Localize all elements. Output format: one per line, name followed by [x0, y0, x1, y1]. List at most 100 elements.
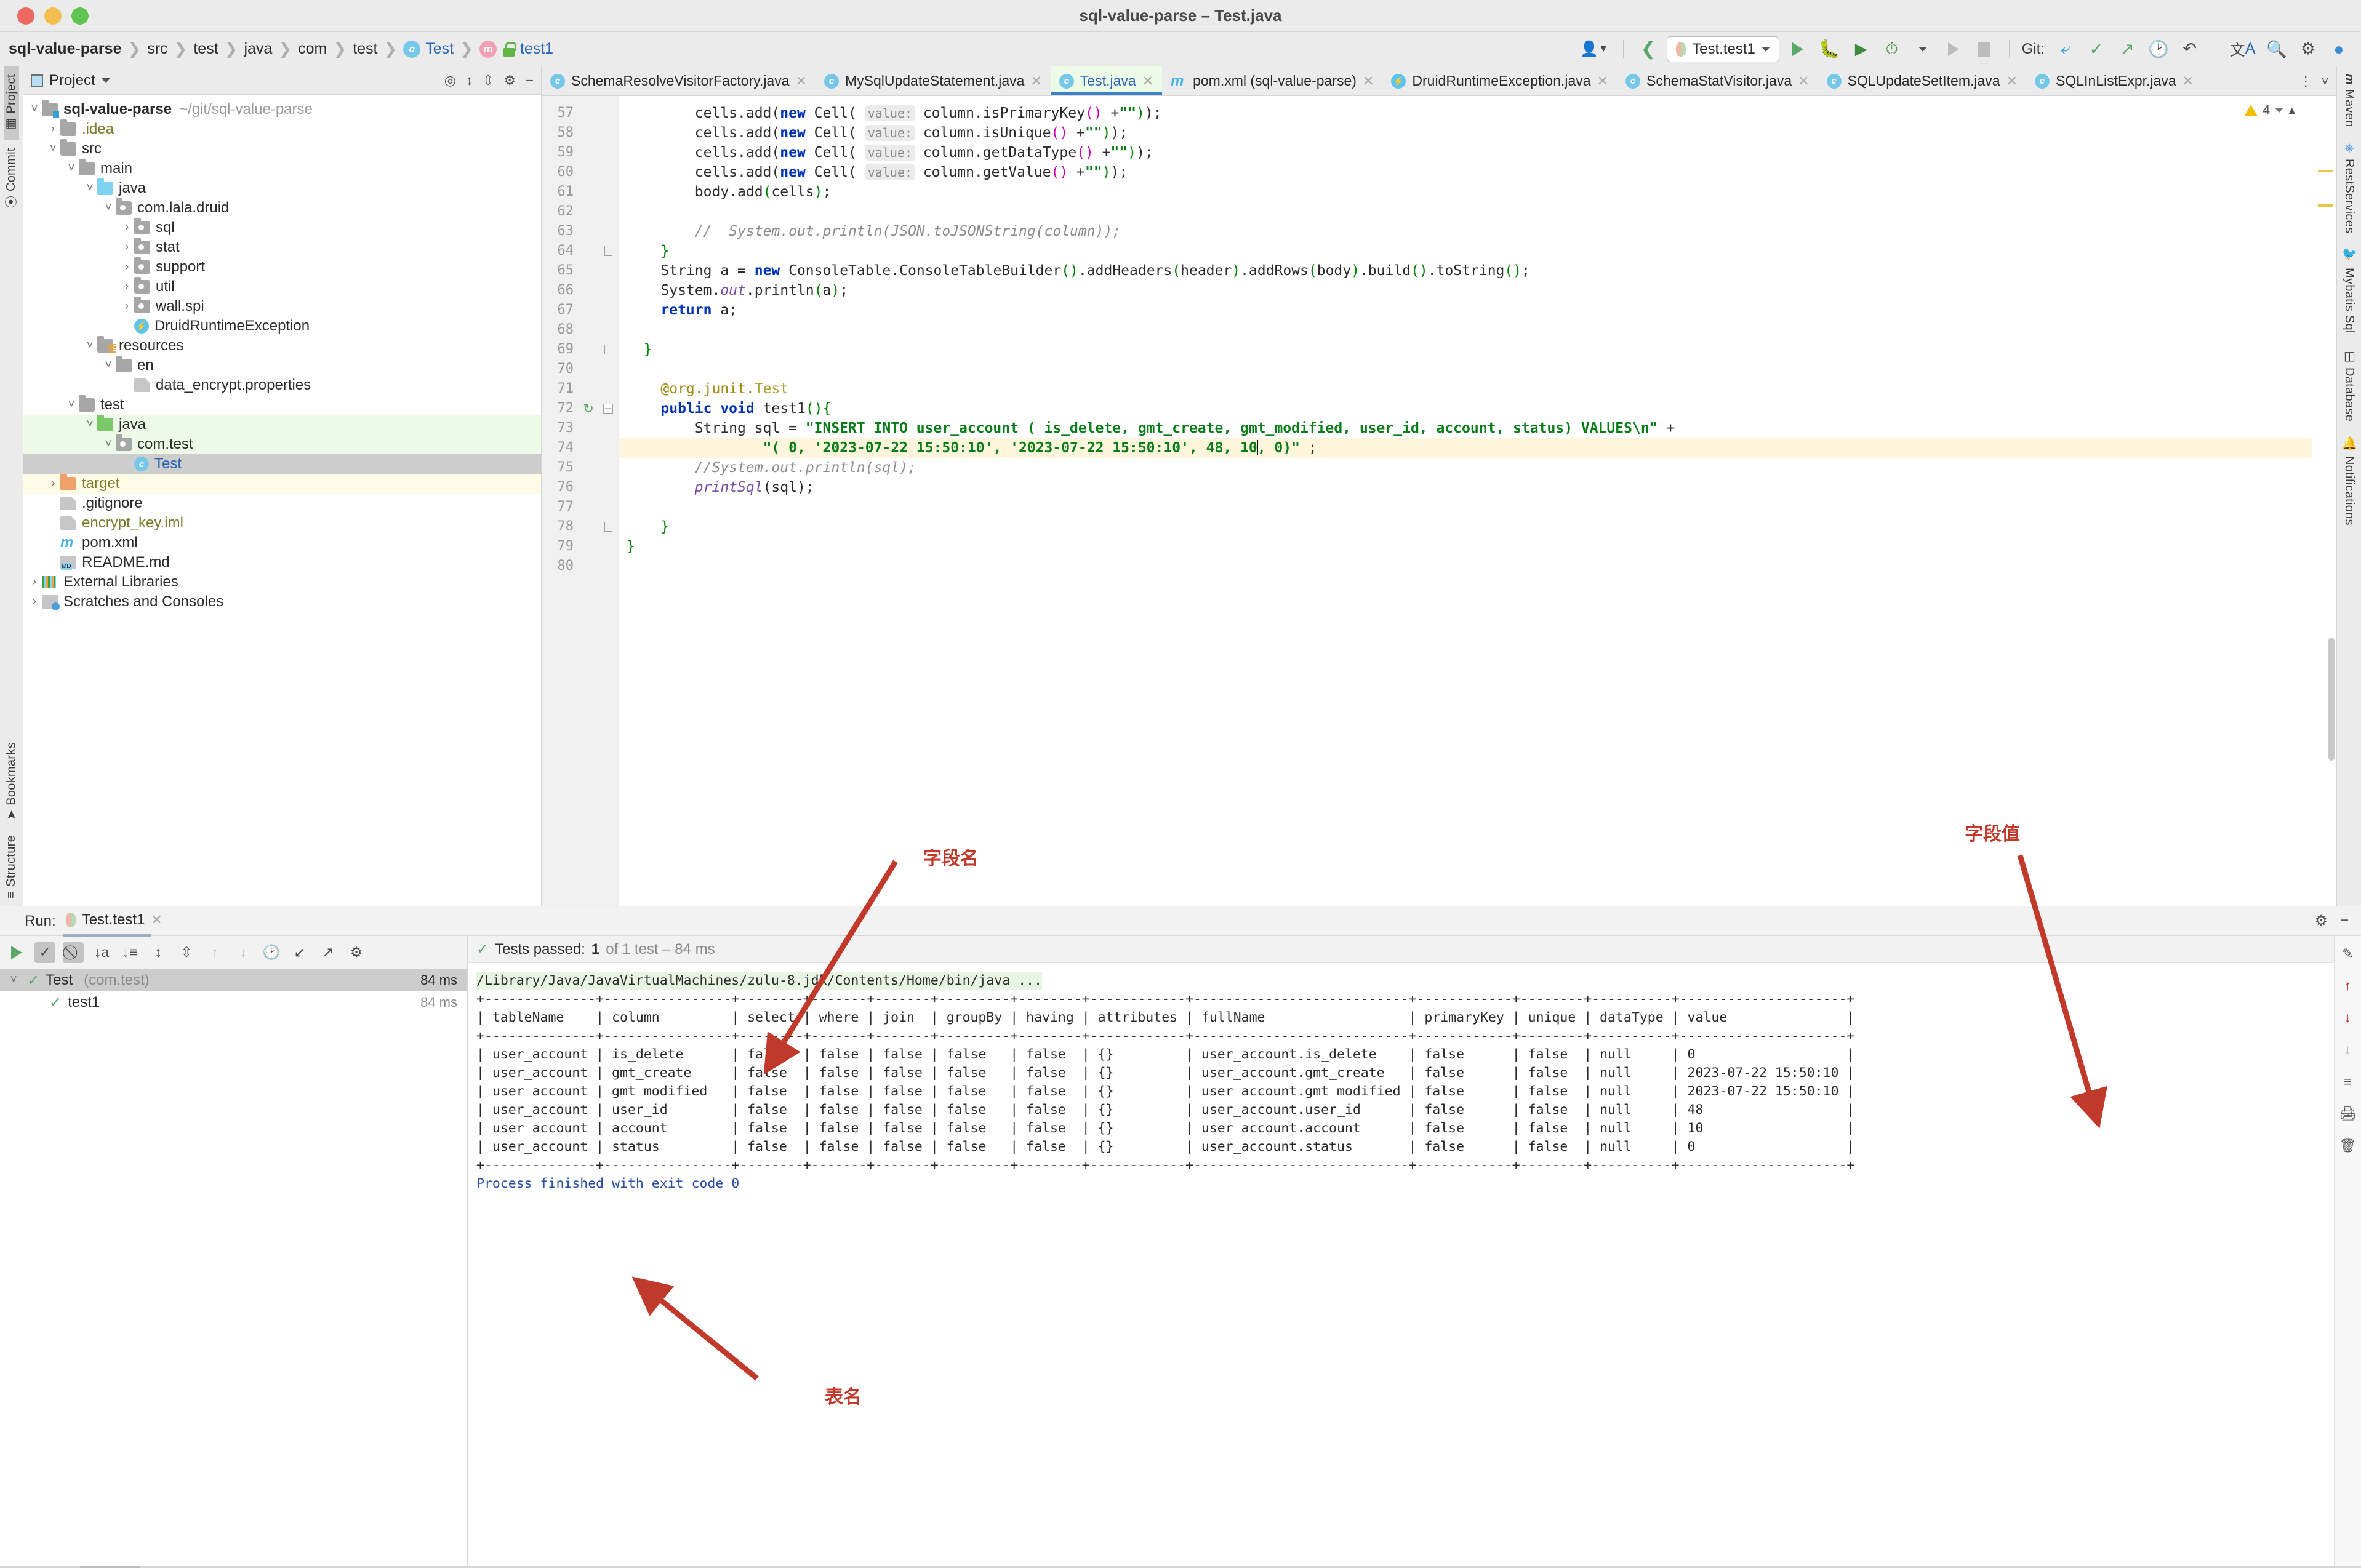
project-tree[interactable]: ˅ sql-value-parse ~/git/sql-value-parse › .i…	[23, 95, 541, 906]
breadcrumb-item-com[interactable]: com	[298, 40, 327, 58]
breadcrumb-item-class[interactable]: c Test	[403, 40, 454, 58]
code-line[interactable]: // System.out.println(JSON.toJSONString(…	[619, 222, 2312, 241]
gutter-icon-column[interactable]: ↻	[580, 96, 597, 906]
tree-expand-arrow-icon[interactable]: ›	[119, 221, 134, 234]
clear-all-icon[interactable]: 🗑	[2339, 1138, 2357, 1154]
collapse-all-icon[interactable]: ⇳	[483, 73, 494, 89]
wrap-lines-icon[interactable]: ≡	[2344, 1074, 2352, 1090]
tree-node-target[interactable]: › target	[23, 474, 541, 494]
show-ignored-icon[interactable]: ⃠	[63, 942, 84, 963]
close-icon[interactable]: ✕	[2006, 73, 2018, 89]
close-icon[interactable]: ✕	[1798, 73, 1809, 89]
editor-tab-sqlupdatesetitem-java[interactable]: c SQLUpdateSetItem.java ✕	[1818, 66, 2026, 95]
tree-expand-arrow-icon[interactable]: ˅	[64, 398, 79, 412]
print-icon[interactable]: 🖨	[2339, 1106, 2357, 1122]
chevron-down-icon[interactable]: ˅	[2321, 73, 2329, 89]
tree-expand-arrow-icon[interactable]: ˅	[82, 339, 97, 353]
tree-node-data-encrypt-properties[interactable]: data_encrypt.properties	[23, 375, 541, 395]
rerun-icon[interactable]	[6, 942, 27, 963]
tree-expand-arrow-icon[interactable]: ˅	[101, 438, 116, 451]
code-line[interactable]	[619, 202, 2312, 222]
tree-expand-arrow-icon[interactable]: ›	[27, 575, 42, 589]
show-passed-icon[interactable]: ✓	[34, 942, 55, 963]
code-line[interactable]: cells.add(new Cell( value: column.getDat…	[619, 143, 2312, 162]
code-line[interactable]: printSql(sql);	[619, 478, 2312, 497]
run-icon[interactable]	[1786, 37, 1810, 62]
tree-node-resources[interactable]: ˅ resources	[23, 336, 541, 356]
tree-expand-arrow-icon[interactable]: ›	[119, 300, 134, 313]
expand-all-icon[interactable]: ↕	[466, 73, 473, 89]
code-line[interactable]: String sql = "INSERT INTO user_account (…	[619, 418, 2312, 438]
close-icon[interactable]: ✕	[1030, 73, 1041, 89]
code-folding-gutter[interactable]: ─	[597, 96, 619, 906]
search-icon[interactable]: 🔍	[2264, 37, 2290, 62]
tree-node-com-test[interactable]: ˅ com.test	[23, 434, 541, 454]
code-line[interactable]: }	[619, 537, 2312, 556]
console-output[interactable]: /Library/Java/JavaVirtualMachines/zulu-8…	[468, 963, 2334, 1566]
rollback-icon[interactable]: ↶	[2178, 37, 2202, 62]
tree-node-util[interactable]: › util	[23, 277, 541, 297]
sidebar-item-bookmarks[interactable]: ➤ Bookmarks	[4, 735, 19, 828]
debug-icon[interactable]: 🐛	[1816, 37, 1843, 62]
tree-node-sql[interactable]: › sql	[23, 218, 541, 238]
settings-icon[interactable]: ⚙	[346, 942, 367, 963]
tree-node-druidruntimeexception[interactable]: ⚡ DruidRuntimeException	[23, 316, 541, 336]
close-icon[interactable]: ✕	[1363, 73, 1374, 89]
breadcrumb-item-src[interactable]: src	[147, 40, 167, 58]
test-tree-row[interactable]: ✓ test1 84 ms	[0, 991, 467, 1014]
back-arrow-icon[interactable]: ❮	[1636, 37, 1661, 62]
sidebar-item-structure[interactable]: ≡ Structure	[4, 828, 18, 906]
git-commit-icon[interactable]: ✓	[2084, 37, 2109, 62]
code-line[interactable]: return a;	[619, 300, 2312, 320]
minimize-icon[interactable]: −	[2340, 912, 2349, 930]
tree-expand-arrow-icon[interactable]: ˅	[64, 162, 79, 175]
tree-node-com-lala-druid[interactable]: ˅ com.lala.druid	[23, 198, 541, 218]
code-editor[interactable]: cells.add(new Cell( value: column.isPrim…	[619, 96, 2312, 906]
export-tests-icon[interactable]: ↗	[318, 942, 339, 963]
code-line[interactable]: "( 0, '2023-07-22 15:50:10', '2023-07-22…	[619, 438, 2312, 458]
locate-icon[interactable]: ◎	[444, 73, 456, 89]
tree-node-readme-md[interactable]: README.md	[23, 553, 541, 572]
tree-node-support[interactable]: › support	[23, 257, 541, 277]
fold-marker[interactable]	[597, 340, 619, 359]
code-line[interactable]	[619, 359, 2312, 379]
editor-markers-column[interactable]: 4 ▴	[2244, 96, 2336, 906]
sort-by-duration-icon[interactable]: ↓≡	[119, 942, 140, 963]
close-icon[interactable]: ✕	[796, 73, 807, 89]
fold-marker[interactable]	[597, 241, 619, 261]
close-icon[interactable]: ✕	[1142, 73, 1153, 89]
tree-node--gitignore[interactable]: .gitignore	[23, 494, 541, 513]
breadcrumb-item-testpkg[interactable]: test	[353, 40, 377, 58]
code-line[interactable]	[619, 556, 2312, 576]
editor-scrollbar[interactable]	[2328, 638, 2335, 761]
breadcrumb-item-test[interactable]: test	[193, 40, 218, 58]
code-line[interactable]: body.add(cells);	[619, 182, 2312, 202]
sidebar-item-database[interactable]: ◫ Database	[2342, 341, 2357, 429]
soft-wrap-icon[interactable]: ↓	[2344, 1042, 2351, 1058]
tool-window-run[interactable]: ▶Run	[79, 1566, 140, 1568]
tree-expand-arrow-icon[interactable]: ˅	[6, 974, 21, 987]
sort-alphabetically-icon[interactable]: ↓a	[91, 942, 112, 963]
editor-tab-schemaresolvevisitorfactory-java[interactable]: c SchemaResolveVisitorFactory.java ✕	[542, 66, 816, 95]
breadcrumb-item-java[interactable]: java	[244, 40, 272, 58]
gear-icon[interactable]: ⚙	[503, 73, 516, 89]
tool-window-debug[interactable]: 🐛Debug	[140, 1566, 222, 1568]
breadcrumb-item-project[interactable]: sql-value-parse	[9, 40, 121, 58]
tree-expand-arrow-icon[interactable]: ˅	[27, 103, 42, 116]
tree-expand-arrow-icon[interactable]: ›	[119, 241, 134, 254]
tree-expand-arrow-icon[interactable]: ˅	[46, 142, 60, 156]
sidebar-item-notifications[interactable]: 🔔 Notifications	[2342, 429, 2357, 533]
edit-icon[interactable]: ✎	[2342, 946, 2353, 962]
tree-expand-arrow-icon[interactable]: ›	[119, 260, 134, 274]
tree-expand-arrow-icon[interactable]: ›	[46, 477, 60, 490]
minimize-icon[interactable]: −	[526, 73, 534, 89]
close-icon[interactable]: ✕	[151, 912, 162, 928]
tree-node--idea[interactable]: › .idea	[23, 119, 541, 139]
sidebar-item-maven[interactable]: m Maven	[2342, 66, 2356, 135]
tab-overflow-actions[interactable]: ⋮ ˅	[2291, 66, 2336, 95]
profile-icon[interactable]: ⏱	[1880, 37, 1904, 62]
run-test-gutter-icon[interactable]: ↻	[580, 399, 597, 418]
close-icon[interactable]: ✕	[2183, 73, 2194, 89]
editor-tab-druidruntimeexception-java[interactable]: ⚡ DruidRuntimeException.java ✕	[1382, 66, 1617, 95]
tool-window-dependencies[interactable]: ⤓Dependencies	[712, 1566, 829, 1568]
